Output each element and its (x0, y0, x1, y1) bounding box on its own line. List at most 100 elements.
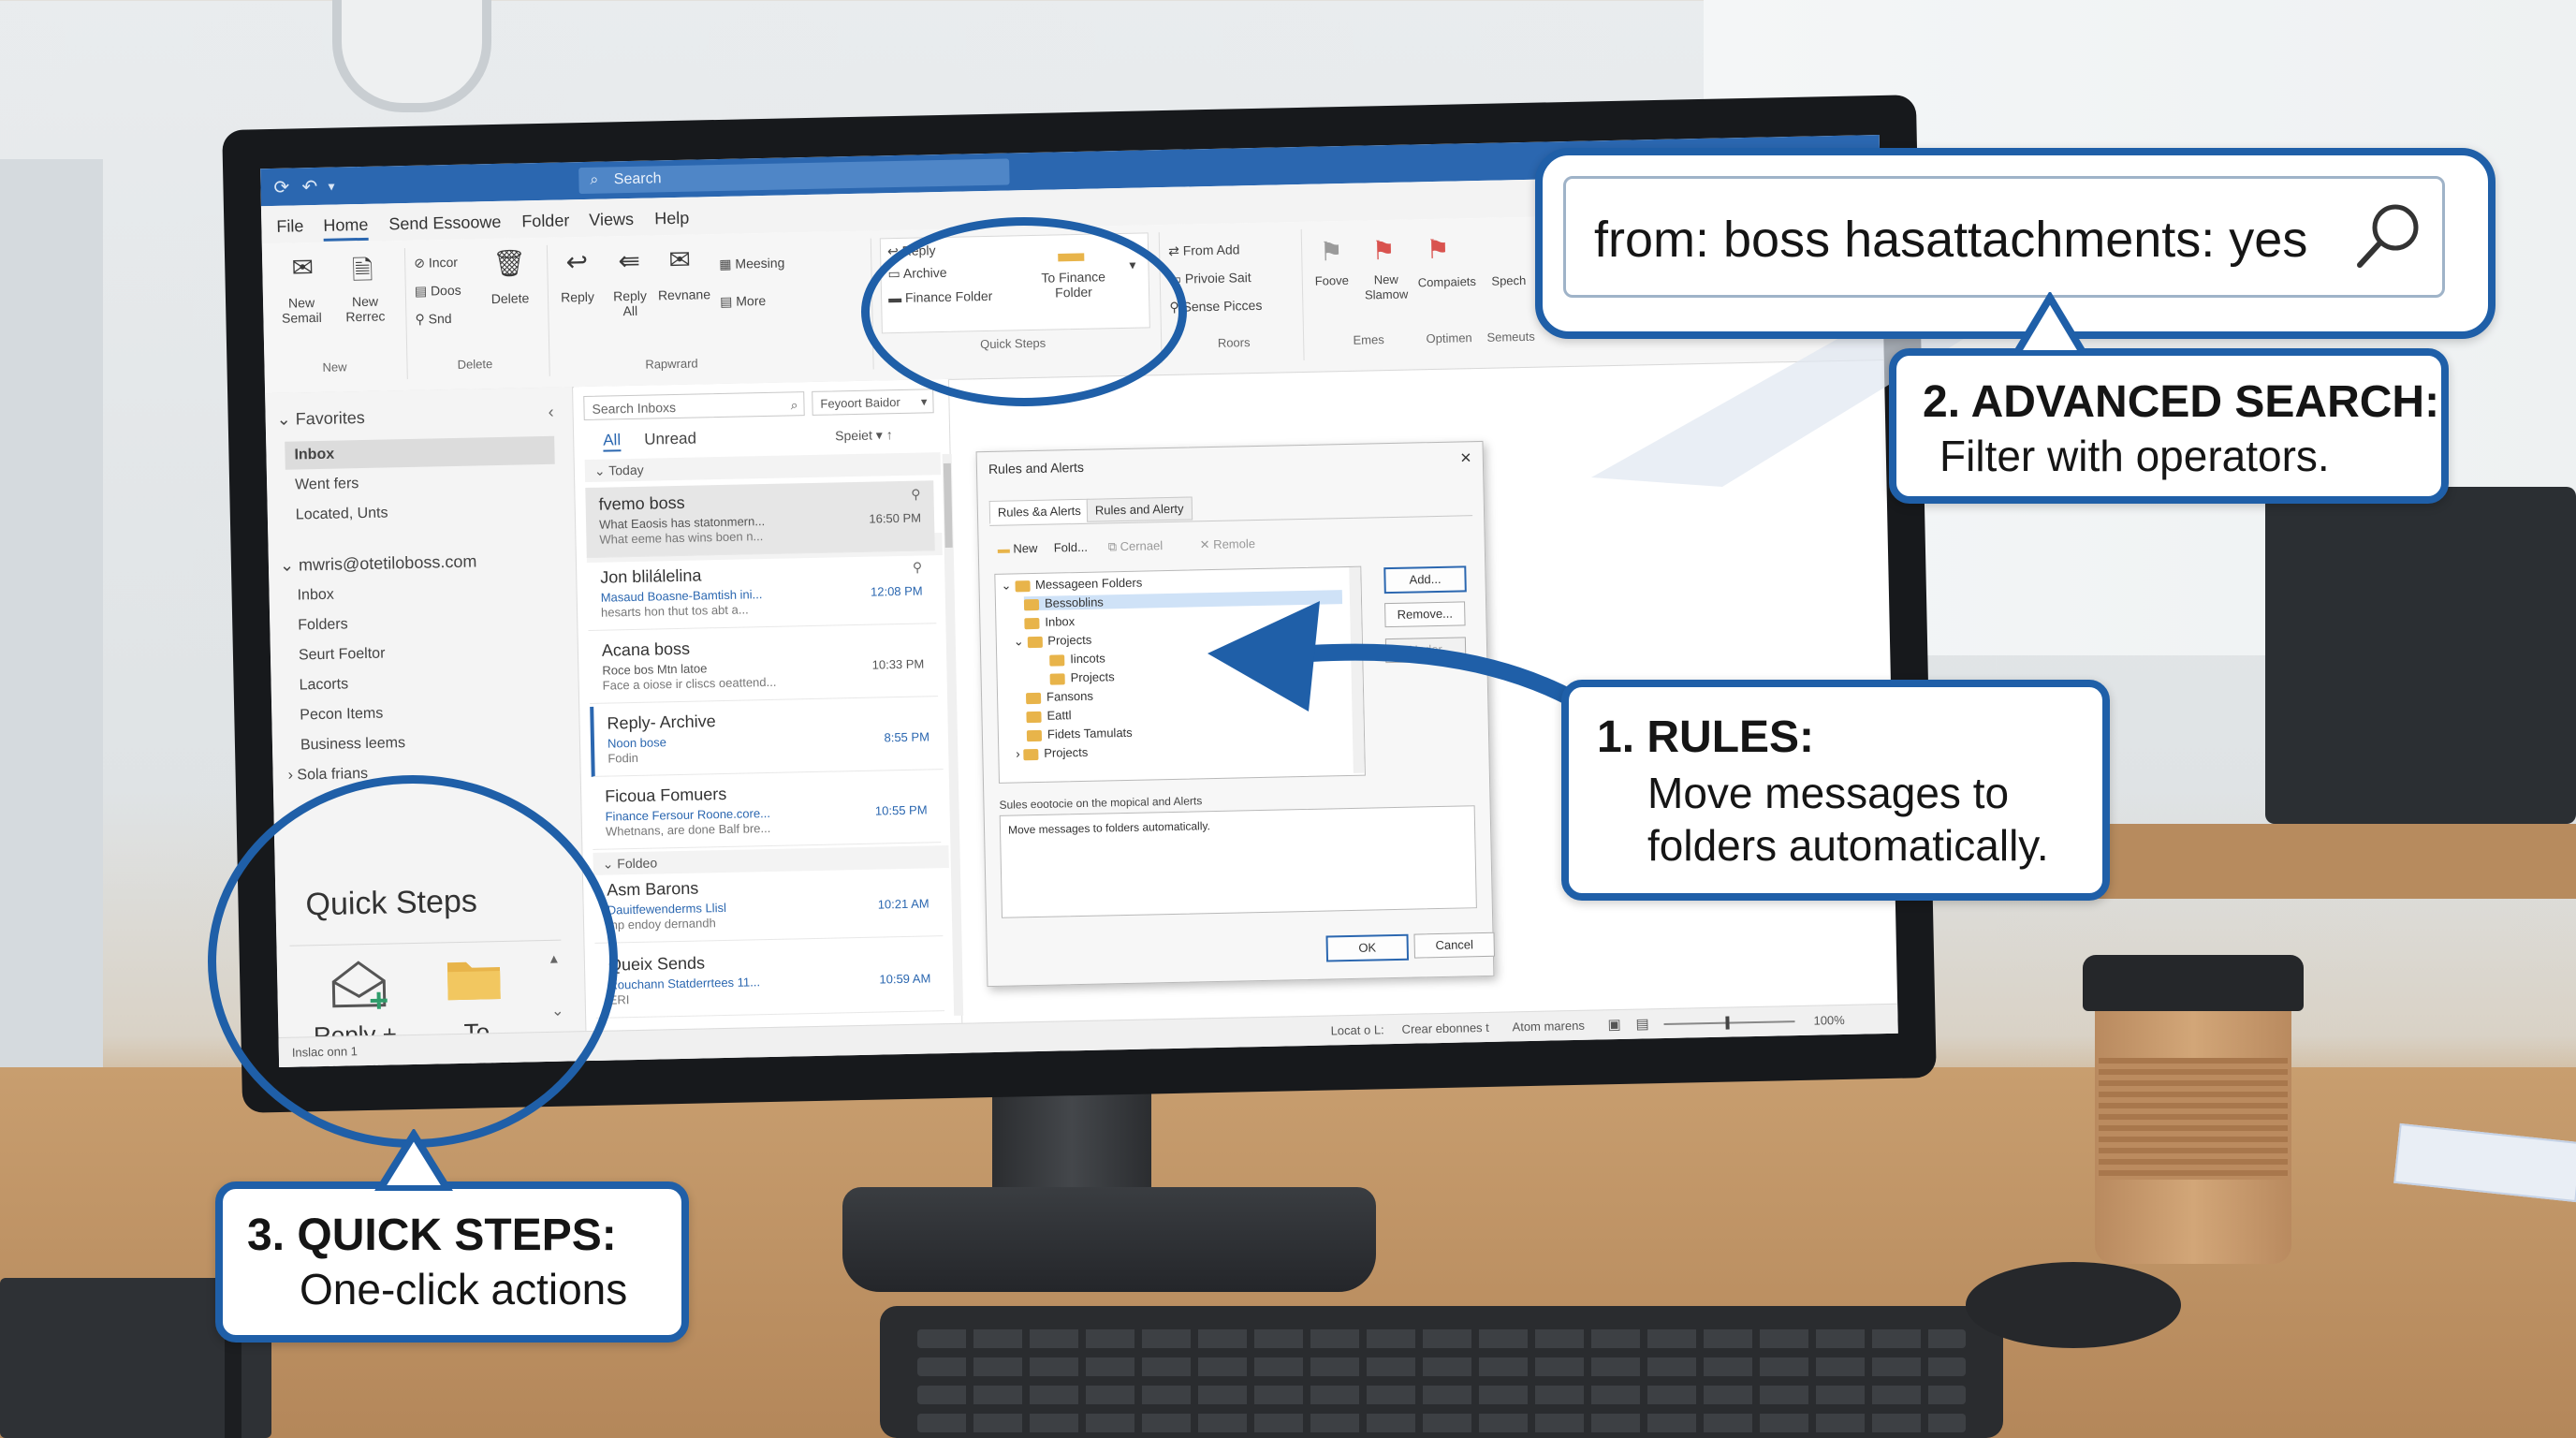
nav-item-sent-folder[interactable]: Seurt Foeltor (299, 646, 386, 665)
message-row[interactable]: Ficoua Fomuers Finance Fersour Roone.core… (591, 772, 942, 850)
message-sender: Asm Barons (607, 878, 699, 900)
undo-icon[interactable]: ↶ (301, 175, 317, 198)
message-time: 16:50 PM (869, 510, 922, 526)
tab-folder[interactable]: Folder (521, 211, 569, 231)
message-row[interactable]: Queix Sends Rouchann Statderrtees 11... ER… (594, 941, 945, 1019)
search-inbox-placeholder: Search Inboxs (592, 399, 677, 417)
compat-button[interactable]: Compaiets (1414, 274, 1480, 290)
more-respond-button[interactable]: ▤ More (720, 293, 766, 310)
new-email-button[interactable]: New Semail (269, 295, 335, 326)
status-location: Locat o L: (1330, 1022, 1384, 1038)
nav-item-lacorts[interactable]: Lacorts (299, 676, 348, 694)
tab-home[interactable]: Home (323, 214, 369, 242)
sola-frians-label: Sola frians (297, 765, 369, 784)
tab-views[interactable]: Views (589, 210, 634, 230)
nav-item-pecon-items[interactable]: Pecon Items (300, 706, 383, 725)
cernael-button[interactable]: ⧉ Cernael (1108, 538, 1164, 554)
tab-rules-and-alerty[interactable]: Rules and Alerty (1086, 496, 1193, 522)
follow-icon: ⚑ (1319, 237, 1344, 267)
callout-pointer (2012, 292, 2087, 356)
tree-node[interactable]: ⌄ Projects (1014, 633, 1092, 650)
sort-label: Speiet (835, 427, 873, 444)
message-row[interactable]: Acana boss Roce bos Mtn latoe Face a oiose… (588, 626, 939, 704)
message-row[interactable]: Jon blilálelina Masaud Boasne-Bamtish ini… (586, 553, 937, 631)
folder-icon (1026, 711, 1042, 723)
search-inbox-input[interactable]: Search Inboxs ⌕ (583, 391, 805, 421)
tree-node[interactable]: Iincots (1049, 651, 1105, 667)
collapse-pane-icon[interactable]: ‹ (548, 403, 553, 422)
tab-send-receive[interactable]: Send Essoowe (388, 213, 501, 235)
message-row[interactable]: Reply- Archive Noon bose Fodin 8:55 PM (590, 699, 944, 777)
flag-icon: ⚑ (1426, 234, 1451, 265)
tree-node[interactable]: Fidets Tamulats (1026, 726, 1133, 741)
new-rule-button[interactable]: ▬ New (998, 541, 1038, 556)
ignore-button[interactable]: ⊘ Incor (414, 255, 458, 271)
group-label-delete: Delete (457, 357, 493, 372)
mouse (1966, 1262, 2181, 1348)
filter-all-tab[interactable]: All (603, 431, 622, 452)
tree-node[interactable]: Projects (1049, 669, 1115, 685)
forward-button[interactable]: Revnane (656, 286, 712, 302)
nav-item-sent[interactable]: Went fers (295, 476, 359, 493)
more-icon: ▤ (719, 293, 737, 309)
tab-file[interactable]: File (276, 216, 303, 237)
message-row[interactable]: Asm Barons Dauitfewenderms Llisl Inp endoy… (593, 866, 944, 944)
nav-item-located[interactable]: Located, Unts (296, 505, 388, 523)
reading-view-icon[interactable]: ▤ (1635, 1015, 1649, 1032)
description-label: Sules eootocie on the mopical and Alerts (999, 794, 1203, 812)
cleanup-button[interactable]: ▤ Doos (415, 283, 461, 300)
advanced-search-box[interactable]: from: boss hasattachments: yes (1563, 176, 2445, 298)
status-info: Atom marens (1512, 1018, 1586, 1034)
folder-icon (1049, 672, 1065, 685)
follow-button[interactable]: Foove (1304, 273, 1360, 289)
delete-button[interactable]: Delete (484, 290, 536, 306)
advanced-search-query: from: boss hasattachments: yes (1594, 212, 2308, 268)
reply-button[interactable]: Reply (551, 289, 604, 305)
status-info: Crear ebonnes t (1401, 1020, 1489, 1036)
advanced-search-callout: 2. ADVANCED SEARCH: Filter with operator… (1889, 348, 2449, 504)
private-button[interactable]: ▭ Privoie Sait (1169, 270, 1251, 287)
normal-view-icon[interactable]: ▣ (1607, 1016, 1621, 1033)
nav-item-inbox[interactable]: Inbox (294, 447, 334, 464)
new-label: New (1013, 540, 1038, 556)
tab-help[interactable]: Help (654, 209, 689, 229)
from-add-button[interactable]: ⇄ From Add (1168, 242, 1240, 259)
junk-button[interactable]: ⚲ Snd (415, 311, 451, 328)
cancel-button[interactable]: Cancel (1413, 932, 1495, 959)
sense-pieces-label: Sense Picces (1182, 297, 1263, 315)
group-label-optimen: Optimen (1426, 330, 1472, 346)
filter-unread-tab[interactable]: Unread (644, 430, 696, 449)
folder-scope-select[interactable]: Feyoort Baidor ▾ (812, 389, 934, 416)
pin-icon[interactable]: ⚲ (911, 487, 921, 503)
account-header[interactable]: ⌄ mwris@otetiloboss.com (280, 551, 477, 575)
tree-node[interactable]: Eattl (1026, 708, 1072, 723)
sort-button[interactable]: Speiet ▾ ↑ (835, 427, 893, 444)
sync-icon[interactable]: ⟳ (273, 176, 289, 199)
nav-item-folders[interactable]: Folders (298, 616, 348, 634)
tree-node[interactable]: Inbox (1024, 614, 1075, 629)
tree-node[interactable]: Fansons (1025, 689, 1093, 705)
meeting-label: Meesing (735, 255, 785, 271)
folder-scope-value: Feyoort Baidor (820, 394, 900, 411)
tree-node[interactable]: ⌄ Messageen Folders (1001, 576, 1142, 594)
ok-button[interactable]: OK (1325, 933, 1410, 962)
close-icon: ✕ (1199, 536, 1214, 552)
nav-item-business-items[interactable]: Business leems (300, 735, 405, 754)
zoom-slider-thumb[interactable] (1725, 1016, 1730, 1030)
tab-rules-alerts[interactable]: Rules &a Alerts (988, 498, 1090, 524)
favorites-header[interactable]: ⌄ Favorites (276, 408, 365, 430)
customize-icon[interactable]: ▾ (328, 179, 334, 195)
fold-button[interactable]: Fold... (1054, 540, 1088, 555)
close-icon[interactable]: × (1460, 448, 1471, 469)
new-sharnow-button[interactable]: New Slamow (1360, 271, 1413, 302)
meeting-button[interactable]: ▦ Meesing (719, 256, 784, 272)
tree-node[interactable]: › Projects (1016, 745, 1088, 761)
pin-icon[interactable]: ⚲ (913, 560, 923, 576)
new-items-button[interactable]: New Rerrec (332, 293, 399, 325)
message-row[interactable]: fvemo boss What Eaosis has statonmern... W… (585, 480, 935, 559)
cleanup-icon: ▤ (414, 283, 432, 299)
remove-rule-button[interactable]: ✕ Remole (1200, 536, 1256, 552)
speech-button[interactable]: Spech (1486, 273, 1532, 289)
nav-item-inbox[interactable]: Inbox (297, 587, 334, 605)
reply-all-button[interactable]: Reply All (606, 287, 655, 319)
